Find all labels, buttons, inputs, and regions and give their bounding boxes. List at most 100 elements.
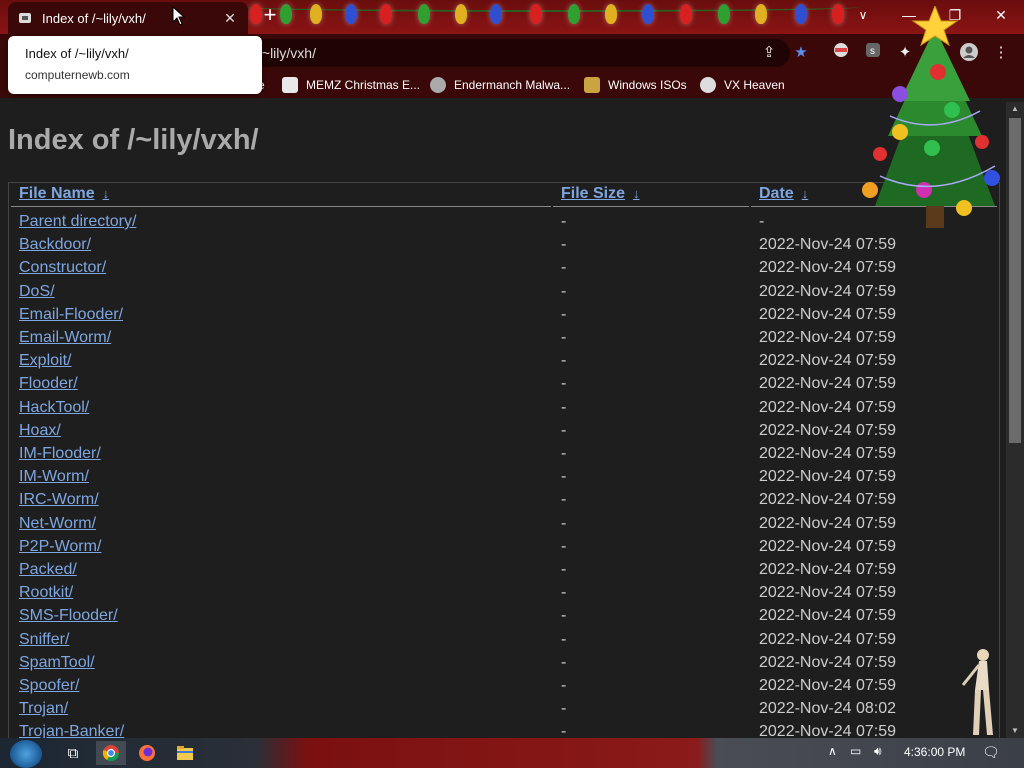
new-tab-button[interactable]: +: [258, 4, 282, 28]
sort-by-date-link[interactable]: Date: [759, 185, 794, 202]
table-row: SpamTool/ - 2022-Nov-24 07:59: [19, 654, 989, 676]
bookmark-star-icon[interactable]: ★: [790, 42, 812, 64]
table-row: Hoax/ - 2022-Nov-24 07:59: [19, 422, 989, 444]
file-size: -: [561, 677, 567, 694]
scrollbar-thumb[interactable]: [1009, 118, 1021, 443]
file-name-link[interactable]: Rootkit/: [19, 584, 73, 602]
action-center-icon[interactable]: 🗨︎: [982, 744, 1000, 761]
sort-by-name-link[interactable]: File Name: [19, 185, 95, 202]
tab-active[interactable]: Index of /~lily/vxh/ ✕: [8, 2, 248, 34]
file-name-link[interactable]: Trojan-Banker/: [19, 723, 124, 738]
file-name-link[interactable]: DoS/: [19, 283, 55, 301]
file-date: 2022-Nov-24 07:59: [759, 329, 896, 346]
file-name-link[interactable]: Flooder/: [19, 375, 78, 393]
table-row: Sniffer/ - 2022-Nov-24 07:59: [19, 631, 989, 653]
file-name-link[interactable]: Parent directory/: [19, 213, 136, 231]
file-date: 2022-Nov-24 07:59: [759, 723, 896, 738]
light-bulb: [310, 4, 322, 24]
file-name-link[interactable]: SpamTool/: [19, 654, 95, 672]
file-name-link[interactable]: SMS-Flooder/: [19, 607, 118, 625]
file-name-link[interactable]: IM-Flooder/: [19, 445, 101, 463]
explorer-taskbar-button[interactable]: [170, 741, 200, 765]
table-row: Rootkit/ - 2022-Nov-24 07:59: [19, 584, 989, 606]
light-bulb: [718, 4, 730, 24]
file-name-link[interactable]: HackTool/: [19, 399, 89, 417]
file-size: -: [561, 213, 567, 230]
site-favicon-icon: [19, 13, 31, 23]
file-size: -: [561, 236, 567, 254]
file-name-link[interactable]: Email-Worm/: [19, 329, 111, 347]
mouse-cursor-icon: [172, 6, 186, 26]
light-bulb: [418, 4, 430, 24]
bookmark-memz[interactable]: MEMZ Christmas E...: [282, 75, 420, 95]
table-row: Net-Worm/ - 2022-Nov-24 07:59: [19, 515, 989, 537]
sort-by-size-link[interactable]: File Size: [561, 185, 625, 202]
file-size: -: [561, 700, 567, 718]
file-date: 2022-Nov-24 07:59: [759, 282, 896, 300]
file-name-link[interactable]: IM-Worm/: [19, 468, 89, 486]
file-size: -: [561, 305, 567, 323]
file-size: -: [561, 607, 567, 625]
bookmark-windows-isos[interactable]: Windows ISOs: [584, 75, 687, 95]
file-date: 2022-Nov-24 07:59: [759, 305, 896, 323]
address-text: /~lily/vxh/: [258, 45, 316, 61]
table-row: P2P-Worm/ - 2022-Nov-24 07:59: [19, 538, 989, 560]
file-size: -: [561, 491, 567, 509]
file-size: -: [561, 561, 567, 578]
file-name-link[interactable]: Hoax/: [19, 422, 61, 440]
tab-close-icon[interactable]: ✕: [222, 10, 238, 27]
sort-arrow-icon[interactable]: ↓: [802, 186, 809, 201]
taskbar-clock[interactable]: 4:36:00 PM: [904, 745, 965, 759]
file-name-link[interactable]: Email-Flooder/: [19, 306, 123, 324]
bookmark-vx-heaven[interactable]: VX Heaven: [700, 75, 785, 95]
task-view-icon[interactable]: ⧉: [58, 741, 88, 765]
file-size: -: [561, 282, 567, 300]
file-name-link[interactable]: Backdoor/: [19, 236, 91, 254]
file-name-link[interactable]: P2P-Worm/: [19, 538, 101, 556]
extension-flag-icon[interactable]: [830, 42, 852, 64]
file-name-link[interactable]: Packed/: [19, 561, 77, 579]
sort-arrow-icon[interactable]: ↓: [103, 186, 110, 201]
file-date: 2022-Nov-24 07:59: [759, 584, 896, 602]
file-name-link[interactable]: Trojan/: [19, 700, 68, 718]
file-date: 2022-Nov-24 07:59: [759, 352, 896, 370]
volume-icon[interactable]: 🔊︎: [874, 744, 882, 759]
file-name-link[interactable]: Exploit/: [19, 352, 71, 370]
file-name-link[interactable]: Sniffer/: [19, 631, 69, 649]
file-name-link[interactable]: Net-Worm/: [19, 515, 96, 533]
file-size: -: [561, 398, 567, 416]
memz-icon: [282, 77, 298, 93]
table-row: IM-Worm/ - 2022-Nov-24 07:59: [19, 468, 989, 490]
file-name-link[interactable]: Spoofer/: [19, 677, 79, 695]
file-size: -: [561, 259, 567, 277]
bookmark-endermanch[interactable]: Endermanch Malwa...: [430, 75, 570, 95]
file-name-link[interactable]: Constructor/: [19, 259, 106, 277]
hover-card-title: Index of /~lily/vxh/: [25, 46, 129, 61]
scroll-down-arrow-icon[interactable]: ▼: [1006, 724, 1024, 738]
start-button-icon[interactable]: [10, 740, 42, 768]
tab-title: Index of /~lily/vxh/: [42, 10, 146, 26]
christmas-lights: [240, 0, 860, 34]
table-row: SMS-Flooder/ - 2022-Nov-24 07:59: [19, 607, 989, 629]
table-row: Spoofer/ - 2022-Nov-24 07:59: [19, 677, 989, 699]
table-row: Constructor/ - 2022-Nov-24 07:59: [19, 259, 989, 281]
file-date: 2022-Nov-24 07:59: [759, 445, 896, 462]
page-title: Index of /~lily/vxh/: [8, 124, 259, 156]
file-date: 2022-Nov-24 07:59: [759, 630, 896, 648]
firefox-taskbar-button[interactable]: [132, 741, 162, 765]
file-date: 2022-Nov-24 07:59: [759, 375, 896, 393]
file-date: 2022-Nov-24 08:02: [759, 700, 896, 718]
chrome-icon: [102, 745, 120, 762]
file-size: -: [561, 584, 567, 602]
light-bulb: [832, 4, 844, 24]
show-hidden-icons-icon[interactable]: ∧: [828, 744, 837, 758]
network-icon[interactable]: ▭: [850, 744, 861, 758]
share-icon[interactable]: ⇪: [758, 42, 780, 64]
sort-arrow-icon[interactable]: ↓: [633, 186, 640, 201]
table-row: Flooder/ - 2022-Nov-24 07:59: [19, 375, 989, 397]
bookmark-label: Windows ISOs: [608, 78, 687, 92]
table-row: Exploit/ - 2022-Nov-24 07:59: [19, 352, 989, 374]
chrome-taskbar-button[interactable]: [96, 741, 126, 765]
light-bulb: [642, 4, 654, 24]
file-name-link[interactable]: IRC-Worm/: [19, 491, 99, 509]
